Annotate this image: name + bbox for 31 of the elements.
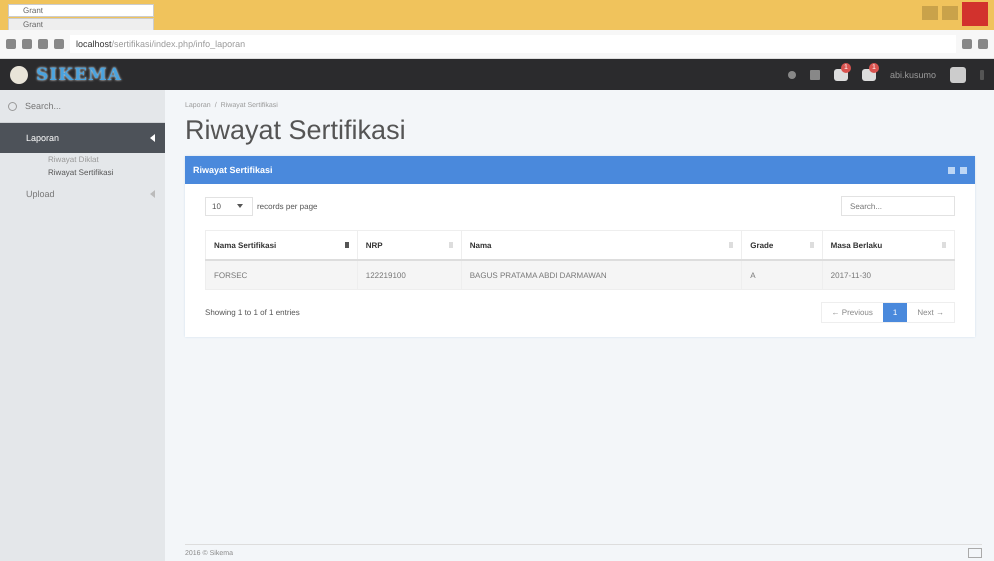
emblem-icon [10, 66, 28, 84]
url-path: /sertifikasi/index.php/info_laporan [112, 39, 246, 49]
search-field[interactable]: Search... [23, 100, 127, 112]
page-button[interactable]: Next → [907, 303, 954, 322]
submenu-item[interactable]: Riwayat Sertifikasi [0, 166, 165, 179]
panel-title: Riwayat Sertifikasi [193, 165, 273, 175]
page-button[interactable]: ← Previous [822, 303, 883, 322]
chevron-icon [150, 134, 155, 142]
user-name[interactable]: abi.kusumo [890, 70, 936, 80]
dropdown-icon [236, 204, 243, 208]
table-cell: FORSEC [206, 260, 358, 290]
page-size-value: 10 [212, 202, 221, 210]
table-cell: BAGUS PRATAMA ABDI DARMAWAN [461, 260, 742, 290]
page-size-label: records per page [257, 202, 318, 210]
sidebar-item[interactable]: Upload [0, 179, 165, 209]
page-button[interactable]: 1 [882, 303, 908, 322]
url-field[interactable]: localhost/sertifikasi/index.php/info_laporan [70, 35, 956, 53]
logo[interactable]: SIKEMA [36, 64, 122, 84]
table-cell: 122219100 [357, 260, 462, 290]
browser-tab[interactable]: Grant [8, 18, 154, 31]
search-icon [8, 102, 17, 110]
page-size-select[interactable]: 10 [205, 196, 253, 216]
table-cell: A [742, 260, 822, 290]
sidebar-item[interactable]: Laporan [0, 123, 165, 153]
table-cell: 2017-11-30 [822, 260, 954, 290]
search-field[interactable]: Search... [841, 196, 955, 216]
browser-tab[interactable]: Grant [8, 4, 154, 17]
chevron-icon [150, 190, 155, 198]
page-title: Riwayat Sertifikasi [185, 115, 407, 146]
entries-info: Showing 1 to 1 of 1 entries [205, 308, 300, 317]
url-host: localhost [76, 39, 112, 49]
